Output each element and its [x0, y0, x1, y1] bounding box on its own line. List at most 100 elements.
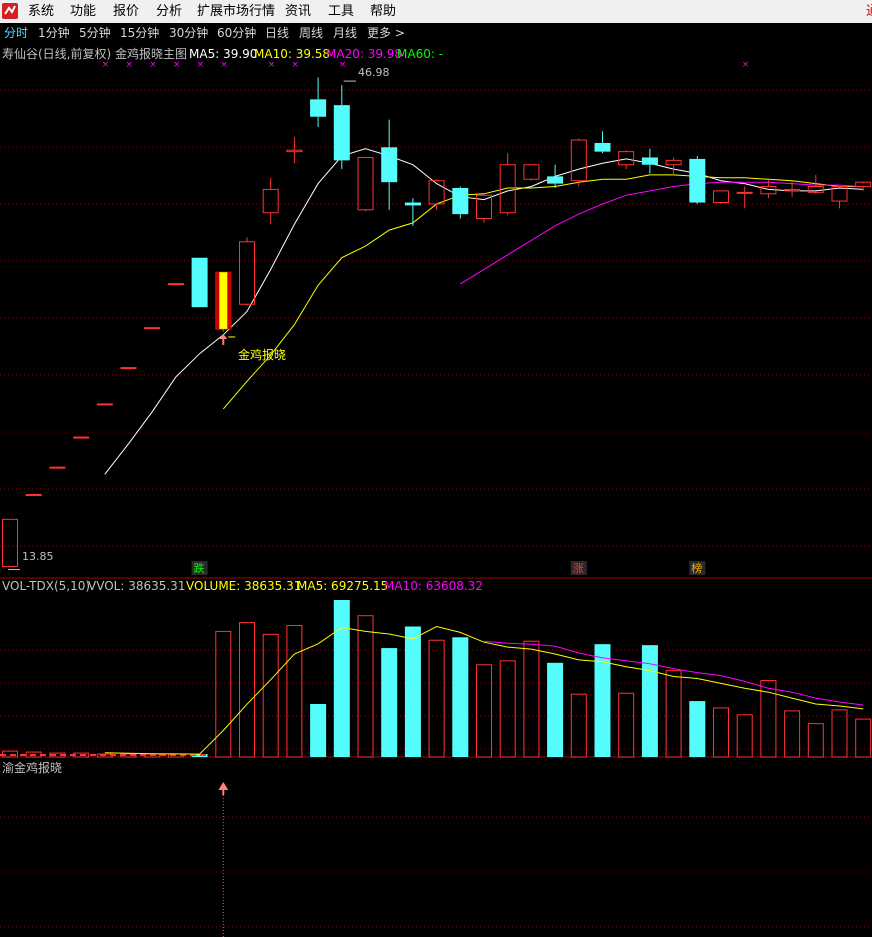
volume-label: VOLUME: 38635.31	[186, 579, 301, 593]
menu-edge-label[interactable]: 通	[866, 4, 872, 19]
menu-analysis[interactable]: 分析	[156, 4, 182, 19]
chart-area[interactable]: × × × × × × × × × × 寿仙谷(日线,前复权) 金鸡报晓主图 MA5: 39.90…	[0, 45, 872, 937]
cross-marker: ×	[291, 60, 299, 70]
period-30min[interactable]: 30分钟	[169, 26, 208, 41]
volume-bar	[523, 640, 540, 758]
volume-bar	[855, 718, 872, 758]
volume-bar	[381, 648, 398, 757]
candle-body	[73, 436, 90, 439]
period-intraday[interactable]: 分时	[4, 26, 28, 41]
candle-body	[641, 157, 658, 165]
cross-marker: ×	[197, 60, 205, 70]
ma20-line	[460, 181, 864, 285]
candle-body	[333, 105, 350, 161]
volume-bar	[713, 707, 729, 758]
volume-bar	[784, 710, 801, 758]
signal-candle-yellow	[219, 272, 228, 329]
menu-help[interactable]: 帮助	[370, 4, 396, 19]
cross-marker: ×	[339, 60, 347, 70]
volume-bar	[476, 664, 492, 758]
period-5min[interactable]: 5分钟	[79, 26, 111, 41]
candle-body	[286, 149, 303, 153]
low-price-label: 13.85	[22, 550, 54, 563]
candle-body	[689, 158, 706, 203]
candle-body	[570, 139, 587, 182]
menu-extended-market[interactable]: 扩展市场行情	[197, 4, 275, 19]
candle-body	[49, 466, 66, 469]
menu-news[interactable]: 资讯	[285, 4, 311, 19]
volume-bar	[665, 670, 682, 758]
candle-body	[310, 99, 327, 117]
vol-ma5-label: MA5: 69275.15	[297, 579, 388, 593]
candle-body	[120, 367, 137, 370]
candle-body	[618, 151, 635, 166]
grid-layer	[0, 89, 872, 928]
cross-marker: ×	[742, 60, 750, 70]
candle-body	[547, 176, 564, 184]
candle-body	[191, 257, 208, 308]
app-logo-icon[interactable]	[2, 3, 18, 19]
candlestick-layer: × × × × × × × × × ×	[2, 60, 872, 571]
cross-marker: ×	[268, 60, 276, 70]
ma5-label: MA5: 39.90	[189, 47, 257, 61]
candle-body	[357, 156, 374, 211]
signal-panel-title: 渝金鸡报晓	[2, 760, 62, 775]
volume-ma5-line	[104, 625, 864, 755]
cross-marker: ×	[220, 60, 228, 70]
period-1min[interactable]: 1分钟	[38, 26, 70, 41]
volume-bar	[310, 704, 327, 757]
candle-body	[25, 493, 42, 496]
candle-body	[713, 190, 729, 204]
period-60min[interactable]: 60分钟	[217, 26, 256, 41]
volume-bar	[333, 600, 350, 757]
ma20-label: MA20: 39.98	[326, 47, 402, 61]
volume-bar	[499, 660, 516, 758]
cross-marker: ×	[126, 60, 134, 70]
candle-body	[2, 518, 18, 568]
volume-bar	[239, 622, 255, 758]
menu-bar: 系统 功能 报价 分析 扩展市场行情 资讯 工具 帮助 通	[0, 0, 872, 24]
volume-bar	[547, 662, 564, 757]
volume-bar	[831, 709, 848, 758]
candle-body	[428, 180, 445, 205]
signal-panel-arrow-icon	[218, 782, 229, 790]
period-more[interactable]: 更多 >	[367, 26, 405, 41]
period-monthly[interactable]: 月线	[333, 26, 357, 41]
candle-body	[404, 202, 421, 206]
chart-canvas[interactable]: × × × × × × × × × × 寿仙谷(日线,前复权) 金鸡报晓主图 MA5: 39.90…	[0, 45, 872, 937]
volume-bar	[618, 692, 635, 758]
volume-bar	[570, 693, 587, 758]
menu-function[interactable]: 功能	[70, 4, 96, 19]
period-daily[interactable]: 日线	[265, 26, 289, 41]
ma10-line	[222, 174, 864, 410]
high-price-label: 46.98	[358, 66, 390, 79]
menu-quote[interactable]: 报价	[113, 4, 139, 19]
vvol-label: VVOL: 38635.31	[88, 579, 185, 593]
candle-body	[736, 191, 753, 194]
main-title: 寿仙谷(日线,前复权) 金鸡报晓主图	[2, 46, 187, 61]
cross-marker: ×	[102, 60, 110, 70]
signal-layer	[218, 782, 229, 937]
period-15min[interactable]: 15分钟	[120, 26, 159, 41]
period-weekly[interactable]: 周线	[299, 26, 323, 41]
cross-marker: ×	[149, 60, 157, 70]
ma10-label: MA10: 39.58	[254, 47, 330, 61]
signal-label: 金鸡报晓	[238, 347, 286, 362]
volume-bar	[262, 633, 279, 758]
menu-tools[interactable]: 工具	[328, 4, 354, 19]
volume-bar	[689, 701, 706, 757]
cross-marker: ×	[173, 60, 181, 70]
volume-bar	[404, 626, 421, 757]
volume-bar	[452, 637, 469, 757]
volume-bar	[357, 615, 374, 758]
candle-body	[523, 164, 540, 180]
volume-bar	[428, 639, 445, 758]
candle-body	[167, 283, 184, 286]
menu-system[interactable]: 系统	[28, 4, 54, 19]
vol-ma10-label: MA10: 63608.32	[384, 579, 483, 593]
volume-title: VOL-TDX(5,10)	[2, 579, 90, 593]
period-toolbar: 分时 1分钟 5分钟 15分钟 30分钟 60分钟 日线 周线 月线 更多 >	[0, 23, 872, 45]
candle-body	[144, 327, 161, 330]
volume-bar	[286, 625, 303, 758]
volume-bar	[807, 723, 824, 758]
